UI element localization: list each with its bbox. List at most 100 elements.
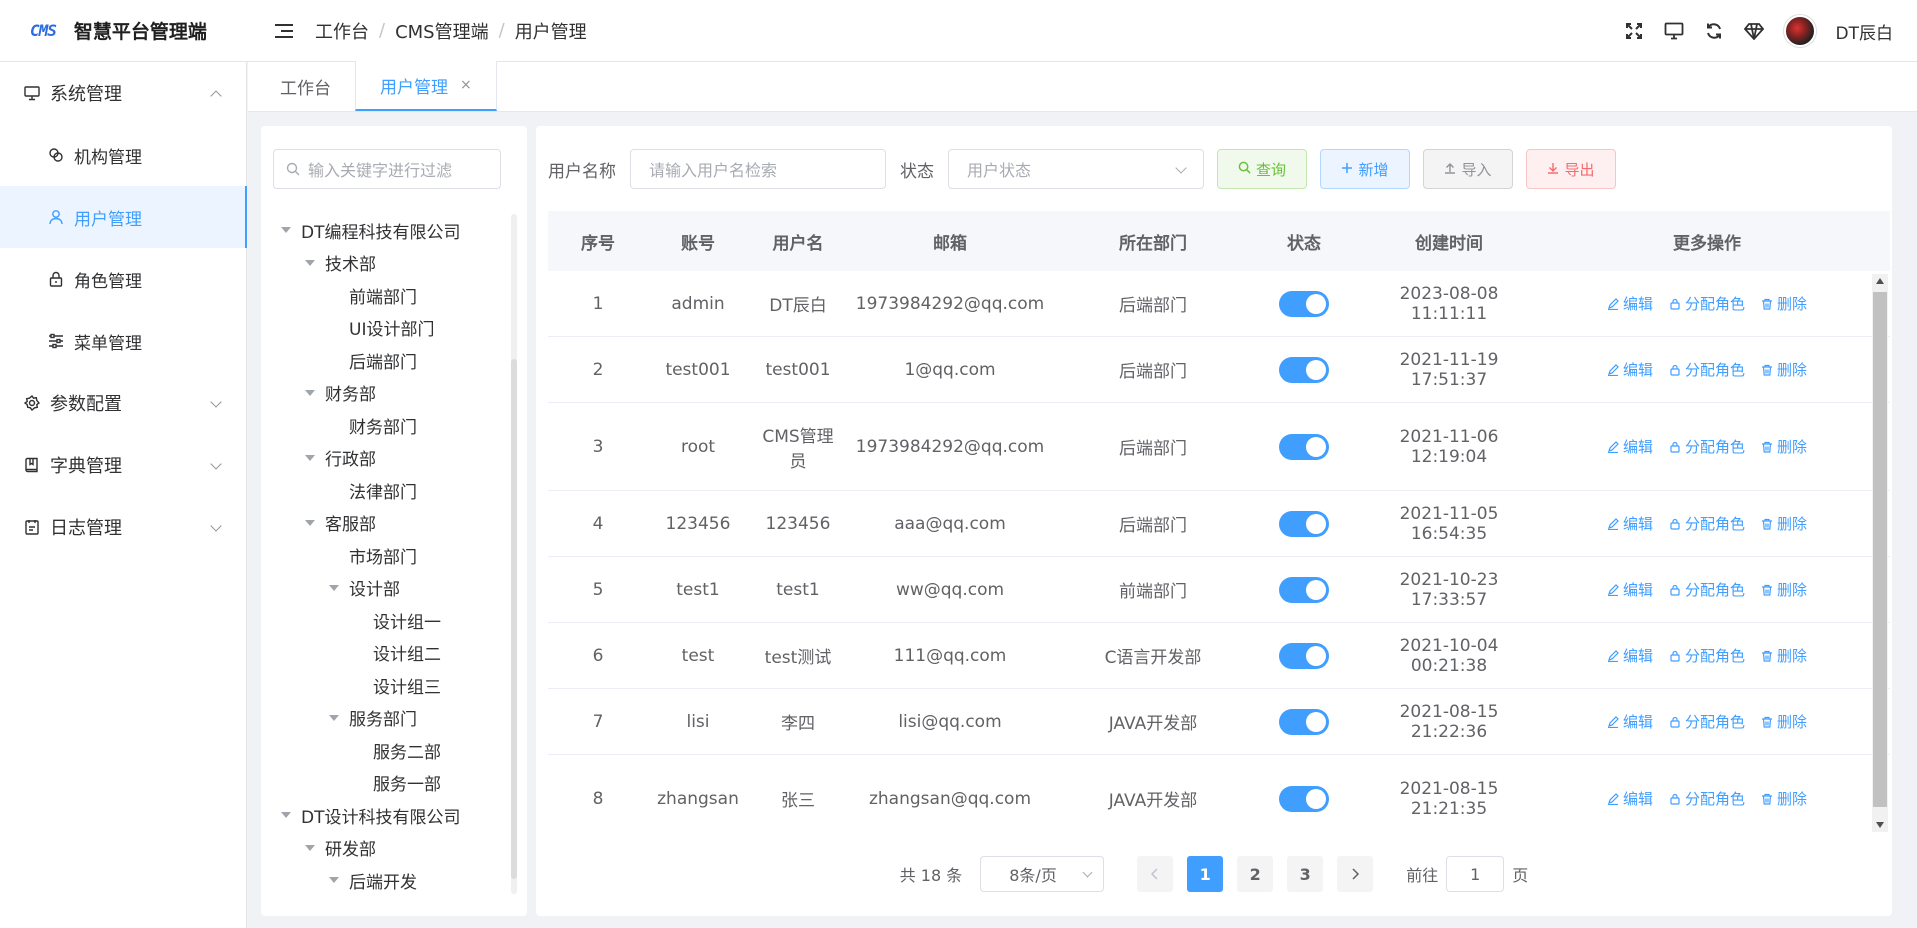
delete-button[interactable]: 删除 — [1761, 359, 1807, 380]
tree-node[interactable]: 研发部 — [273, 832, 503, 865]
sidebar-item-org[interactable]: 机构管理 — [0, 124, 246, 186]
edit-button[interactable]: 编辑 — [1607, 436, 1653, 457]
caret-down-icon[interactable] — [329, 877, 339, 884]
delete-button[interactable]: 删除 — [1761, 293, 1807, 314]
sidebar-item-user[interactable]: 用户管理 — [0, 186, 247, 248]
caret-down-icon[interactable] — [329, 584, 339, 591]
tree-node[interactable]: 设计组二 — [273, 637, 503, 670]
tree-node[interactable]: UI设计部门 — [273, 312, 503, 345]
goto-page-input[interactable]: 1 — [1446, 856, 1505, 892]
assign-role-button[interactable]: 分配角色 — [1669, 711, 1745, 732]
status-toggle[interactable] — [1279, 576, 1329, 603]
caret-down-icon[interactable] — [305, 519, 315, 526]
breadcrumb-item-workbench[interactable]: 工作台 — [315, 18, 369, 44]
close-icon[interactable]: × — [460, 77, 472, 93]
edit-button[interactable]: 编辑 — [1607, 293, 1653, 314]
tab-user-management[interactable]: 用户管理 × — [355, 61, 497, 111]
next-page-button[interactable] — [1337, 856, 1374, 892]
edit-button[interactable]: 编辑 — [1607, 645, 1653, 666]
tree-node[interactable]: 服务一部 — [273, 767, 503, 800]
sidebar-group-system[interactable]: 系统管理 — [0, 62, 246, 124]
sidebar-item-role[interactable]: 角色管理 — [0, 248, 246, 310]
status-toggle[interactable] — [1279, 785, 1329, 812]
tree-node[interactable]: 后端部门 — [273, 344, 503, 377]
edit-button[interactable]: 编辑 — [1607, 579, 1653, 600]
add-user-button[interactable]: 新增 — [1320, 149, 1410, 189]
tree-node[interactable]: 行政部 — [273, 442, 503, 475]
tree-node[interactable]: 市场部门 — [273, 539, 503, 572]
sidebar-group-params[interactable]: 参数配置 — [0, 372, 246, 434]
status-toggle[interactable] — [1279, 356, 1329, 383]
page-size-select[interactable]: 8条/页 — [980, 856, 1105, 892]
assign-role-button[interactable]: 分配角色 — [1669, 645, 1745, 666]
tree-node[interactable]: DT编程科技有限公司 — [273, 214, 503, 247]
tree-scrollbar[interactable] — [511, 214, 517, 894]
logo[interactable]: CMS 智慧平台管理端 — [0, 0, 247, 62]
username[interactable]: DT辰白 — [1836, 19, 1893, 44]
sidebar-item-menu[interactable]: 菜单管理 — [0, 310, 246, 372]
assign-role-button[interactable]: 分配角色 — [1669, 293, 1745, 314]
tree-node[interactable]: 设计组一 — [273, 604, 503, 637]
sidebar-group-log[interactable]: 日志管理 — [0, 496, 246, 558]
avatar[interactable] — [1783, 15, 1816, 47]
query-button[interactable]: 查询 — [1217, 149, 1307, 189]
delete-button[interactable]: 删除 — [1761, 579, 1807, 600]
delete-button[interactable]: 删除 — [1761, 711, 1807, 732]
monitor-icon[interactable] — [1664, 21, 1684, 41]
page-button-3[interactable]: 3 — [1287, 856, 1324, 892]
tree-node[interactable]: 设计部 — [273, 572, 503, 605]
tree-node[interactable]: 设计组三 — [273, 669, 503, 702]
edit-button[interactable]: 编辑 — [1607, 711, 1653, 732]
tree-node[interactable]: 后端开发 — [273, 864, 503, 894]
caret-down-icon[interactable] — [305, 454, 315, 461]
refresh-icon[interactable] — [1704, 21, 1724, 41]
status-toggle[interactable] — [1279, 290, 1329, 317]
delete-button[interactable]: 删除 — [1761, 436, 1807, 457]
status-toggle[interactable] — [1279, 510, 1329, 537]
tree-node[interactable]: 前端部门 — [273, 279, 503, 312]
table-scrollbar[interactable] — [1872, 274, 1888, 832]
diamond-icon[interactable] — [1743, 21, 1764, 41]
assign-role-button[interactable]: 分配角色 — [1669, 579, 1745, 600]
assign-role-button[interactable]: 分配角色 — [1669, 436, 1745, 457]
tree-node[interactable]: 客服部 — [273, 507, 503, 540]
breadcrumb-item-cms[interactable]: CMS管理端 — [395, 18, 489, 44]
edit-button[interactable]: 编辑 — [1607, 359, 1653, 380]
tree-node[interactable]: 技术部 — [273, 247, 503, 280]
status-toggle[interactable] — [1279, 433, 1329, 460]
username-search-input[interactable]: 请输入用户名检索 — [630, 149, 886, 189]
sidebar-group-dict[interactable]: 字典管理 — [0, 434, 246, 496]
status-select[interactable]: 用户状态 — [948, 149, 1204, 189]
edit-button[interactable]: 编辑 — [1607, 513, 1653, 534]
tree-scrollbar-thumb[interactable] — [511, 359, 517, 879]
status-toggle[interactable] — [1279, 708, 1329, 735]
tree-node[interactable]: 财务部门 — [273, 409, 503, 442]
tree-node[interactable]: 法律部门 — [273, 474, 503, 507]
prev-page-button[interactable] — [1137, 856, 1174, 892]
caret-down-icon[interactable] — [305, 259, 315, 266]
scroll-down-icon[interactable] — [1876, 822, 1884, 828]
caret-down-icon[interactable] — [329, 714, 339, 721]
status-toggle[interactable] — [1279, 642, 1329, 669]
delete-button[interactable]: 删除 — [1761, 645, 1807, 666]
table-scrollbar-thumb[interactable] — [1873, 292, 1887, 807]
assign-role-button[interactable]: 分配角色 — [1669, 513, 1745, 534]
delete-button[interactable]: 删除 — [1761, 513, 1807, 534]
scroll-up-icon[interactable] — [1876, 278, 1884, 284]
page-button-2[interactable]: 2 — [1237, 856, 1274, 892]
assign-role-button[interactable]: 分配角色 — [1669, 359, 1745, 380]
tree-node[interactable]: 服务二部 — [273, 734, 503, 767]
tree-filter-input[interactable]: 输入关键字进行过滤 — [273, 149, 501, 189]
delete-button[interactable]: 删除 — [1761, 788, 1807, 809]
caret-down-icon[interactable] — [305, 389, 315, 396]
caret-down-icon[interactable] — [281, 812, 291, 819]
tree-node[interactable]: 服务部门 — [273, 702, 503, 735]
edit-button[interactable]: 编辑 — [1607, 788, 1653, 809]
caret-down-icon[interactable] — [281, 227, 291, 234]
import-button[interactable]: 导入 — [1423, 149, 1513, 189]
tree-node[interactable]: 财务部 — [273, 377, 503, 410]
tree-node[interactable]: DT设计科技有限公司 — [273, 799, 503, 832]
menu-toggle-icon[interactable] — [275, 20, 297, 42]
caret-down-icon[interactable] — [305, 844, 315, 851]
tab-workbench[interactable]: 工作台 — [256, 61, 355, 111]
